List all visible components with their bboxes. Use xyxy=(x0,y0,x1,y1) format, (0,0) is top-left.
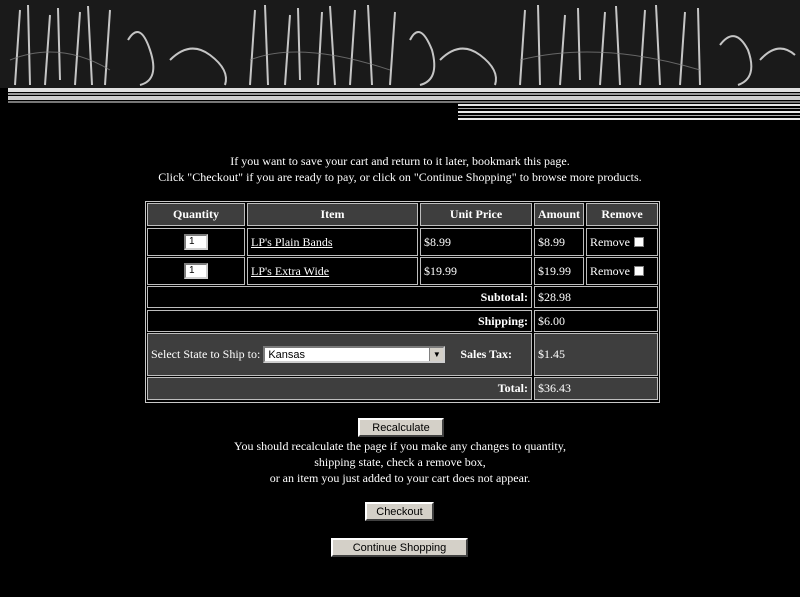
header-unit-price: Unit Price xyxy=(420,203,532,226)
remove-checkbox[interactable] xyxy=(634,237,644,247)
intro-text: If you want to save your cart and return… xyxy=(0,153,800,185)
state-row: Select State to Ship to: Kansas ▼ Sales … xyxy=(147,333,532,376)
recalculate-note: You should recalculate the page if you m… xyxy=(0,438,800,486)
chevron-down-icon[interactable]: ▼ xyxy=(429,348,444,361)
banner-artwork xyxy=(0,0,800,120)
row-2-amount: $19.99 xyxy=(534,257,584,285)
state-selected-value: Kansas xyxy=(268,349,306,361)
row-1-item-cell: LP's Plain Bands xyxy=(247,228,418,256)
shipping-label: Shipping: xyxy=(147,310,532,332)
row-1-amount: $8.99 xyxy=(534,228,584,256)
row-1-remove-cell: Remove xyxy=(586,228,658,256)
total-label: Total: xyxy=(147,377,532,400)
remove-label: Remove xyxy=(590,234,630,249)
recalc-note-line-2: shipping state, check a remove box, xyxy=(314,455,486,469)
continue-shopping-button[interactable]: Continue Shopping xyxy=(331,538,468,557)
row-2-unit-price: $19.99 xyxy=(420,257,532,285)
item-link[interactable]: LP's Extra Wide xyxy=(251,264,329,279)
item-link[interactable]: LP's Plain Bands xyxy=(251,235,333,250)
sales-tax-label: Sales Tax: xyxy=(460,347,513,361)
header-remove: Remove xyxy=(586,203,658,226)
header-banner xyxy=(0,0,800,124)
header-quantity: Quantity xyxy=(147,203,245,226)
intro-line-1: If you want to save your cart and return… xyxy=(230,154,570,168)
intro-line-2: Click "Checkout" if you are ready to pay… xyxy=(158,170,642,184)
row-2-quantity-cell: 1 xyxy=(147,257,245,285)
header-item: Item xyxy=(247,203,418,226)
shipping-value: $6.00 xyxy=(534,310,658,332)
checkout-button[interactable]: Checkout xyxy=(365,502,434,521)
quantity-input[interactable]: 1 xyxy=(184,263,208,279)
recalc-note-line-3: or an item you just added to your cart d… xyxy=(269,471,531,485)
remove-checkbox[interactable] xyxy=(634,266,644,276)
remove-label: Remove xyxy=(590,263,630,278)
quantity-input[interactable]: 1 xyxy=(184,234,208,250)
header-amount: Amount xyxy=(534,203,584,226)
row-1-quantity-cell: 1 xyxy=(147,228,245,256)
cart-table: Quantity Item Unit Price Amount Remove 1… xyxy=(145,201,660,403)
row-1-unit-price: $8.99 xyxy=(420,228,532,256)
recalc-note-line-1: You should recalculate the page if you m… xyxy=(234,439,566,453)
row-2-item-cell: LP's Extra Wide xyxy=(247,257,418,285)
state-select[interactable]: Kansas ▼ xyxy=(263,346,446,363)
recalculate-button[interactable]: Recalculate xyxy=(358,418,444,437)
subtotal-value: $28.98 xyxy=(534,286,658,308)
row-2-remove-cell: Remove xyxy=(586,257,658,285)
sales-tax-value: $1.45 xyxy=(534,333,658,376)
subtotal-label: Subtotal: xyxy=(147,286,532,308)
total-value: $36.43 xyxy=(534,377,658,400)
state-label: Select State to Ship to: xyxy=(151,347,261,361)
